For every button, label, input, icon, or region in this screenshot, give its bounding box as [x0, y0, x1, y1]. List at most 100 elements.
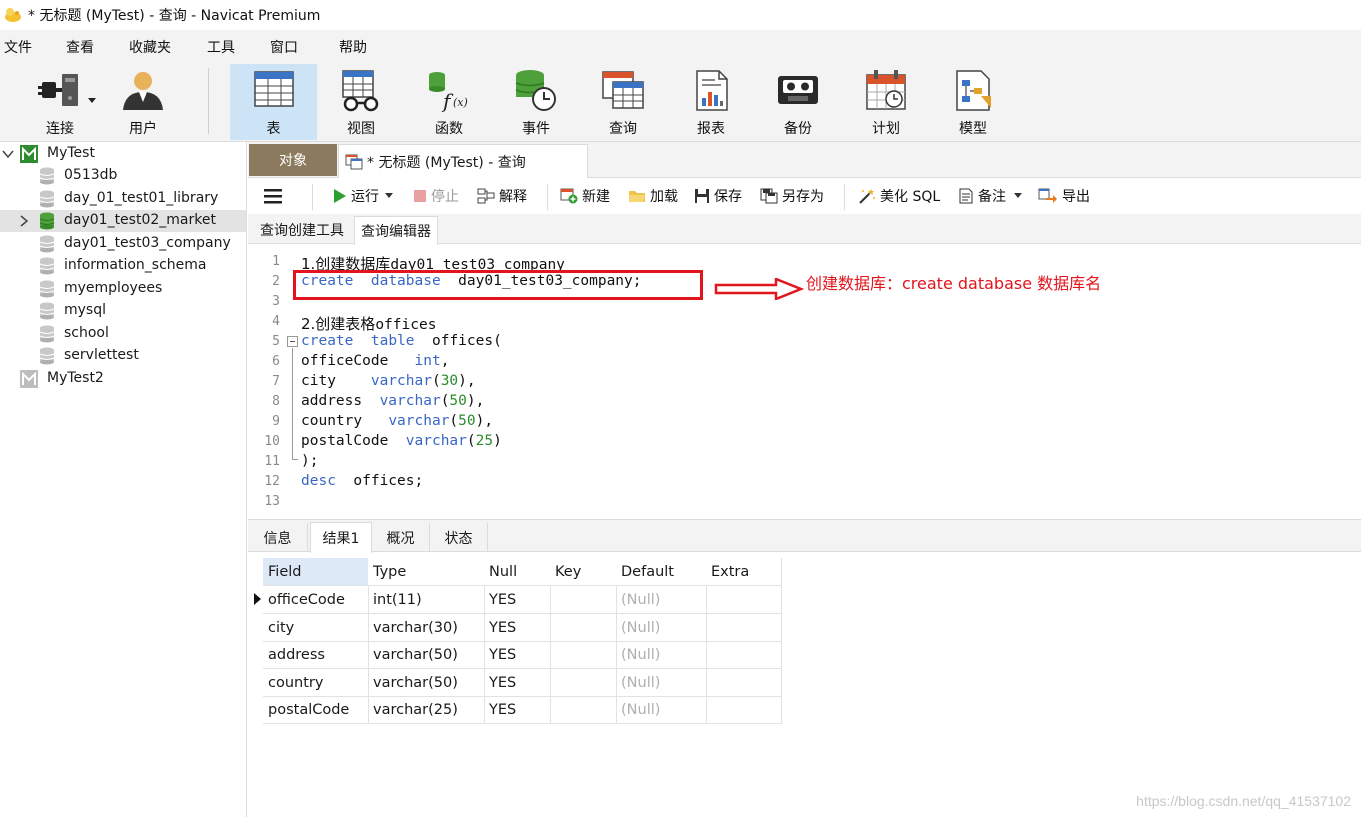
ribbon-report-button[interactable]: 报表 [670, 64, 752, 140]
table-cell[interactable]: varchar(50) [368, 669, 485, 697]
table-cell[interactable]: int(11) [368, 586, 485, 614]
ribbon-toolbar: 连接 用户 表 视图 f (x) 函数 事件 查询 报表 备份 计划 模型 [0, 60, 1361, 142]
tree-connection-mytest[interactable]: MyTest [0, 143, 246, 165]
run-button[interactable]: 运行 [333, 186, 397, 206]
tab-result-1[interactable]: 结果1 [310, 522, 372, 553]
tree-label: day_01_test01_library [64, 190, 219, 206]
table-cell[interactable] [550, 641, 617, 669]
table-cell[interactable] [550, 696, 617, 724]
comment-cn: 2.创建表格 [301, 315, 376, 333]
tree-database-item[interactable]: day01_test03_company [0, 233, 246, 255]
chevron-down-icon[interactable] [1014, 193, 1022, 199]
column-header-field[interactable]: Field [263, 558, 369, 586]
table-cell[interactable]: YES [484, 696, 551, 724]
code-line: 10 postalCode varchar(25) [248, 432, 1361, 452]
hamburger-menu-icon[interactable] [264, 188, 282, 204]
tab-objects[interactable]: 对象 [249, 144, 337, 176]
tree-database-item[interactable]: myemployees [0, 278, 246, 300]
beautify-sql-button[interactable]: 美化 SQL [858, 186, 940, 206]
tree-database-item[interactable]: mysql [0, 300, 246, 322]
ribbon-query-button[interactable]: 查询 [582, 64, 664, 140]
ribbon-user-button[interactable]: 用户 [110, 64, 176, 140]
chevron-down-icon[interactable] [2, 148, 14, 160]
tab-status[interactable]: 状态 [430, 523, 488, 552]
tab-query-builder[interactable]: 查询创建工具 [254, 216, 350, 244]
code-line: 4 2.创建表格offices [248, 312, 1361, 333]
table-cell[interactable]: (Null) [616, 614, 707, 642]
tab-query-editor[interactable]: 查询编辑器 [354, 216, 438, 245]
table-cell[interactable]: varchar(25) [368, 696, 485, 724]
chevron-down-icon[interactable] [88, 98, 96, 104]
save-as-button[interactable]: 另存为 [760, 186, 824, 206]
new-query-button[interactable]: 新建 [560, 186, 610, 206]
tab-info[interactable]: 信息 [248, 523, 308, 552]
table-cell[interactable]: varchar(50) [368, 641, 485, 669]
svg-text:(x): (x) [453, 96, 468, 109]
table-cell[interactable]: (Null) [616, 586, 707, 614]
fold-guide-end [292, 459, 298, 460]
table-cell[interactable]: varchar(30) [368, 614, 485, 642]
menu-file[interactable]: 文件 [4, 37, 32, 57]
table-cell[interactable]: country [263, 669, 369, 697]
explain-button[interactable]: 解释 [477, 186, 527, 206]
table-cell[interactable] [706, 669, 782, 697]
chevron-down-icon[interactable] [385, 193, 393, 199]
table-cell[interactable] [550, 614, 617, 642]
tree-database-item-selected[interactable]: day01_test02_market [0, 210, 246, 232]
explain-icon [477, 188, 495, 204]
tab-profile[interactable]: 概况 [372, 523, 430, 552]
table-cell[interactable] [706, 614, 782, 642]
ribbon-table-button[interactable]: 表 [230, 64, 317, 140]
export-button[interactable]: 导出 [1038, 186, 1090, 206]
table-cell[interactable]: YES [484, 586, 551, 614]
table-cell[interactable]: (Null) [616, 641, 707, 669]
ribbon-view-button[interactable]: 视图 [320, 64, 402, 140]
tree-connection-mytest2[interactable]: MyTest2 [0, 368, 246, 390]
load-button[interactable]: 加载 [628, 186, 678, 206]
code-text: country varchar(50), [301, 413, 494, 429]
menu-window[interactable]: 窗口 [270, 37, 298, 57]
tree-database-item[interactable]: 0513db [0, 165, 246, 187]
table-cell[interactable] [706, 696, 782, 724]
table-cell[interactable] [706, 586, 782, 614]
run-label: 运行 [351, 189, 379, 205]
stop-button[interactable]: 停止 [413, 186, 459, 206]
column-header-type[interactable]: Type [368, 558, 485, 586]
tab-query[interactable]: * 无标题 (MyTest) - 查询 [338, 144, 588, 178]
column-header-key[interactable]: Key [550, 558, 617, 586]
table-cell[interactable]: YES [484, 669, 551, 697]
table-cell[interactable] [706, 641, 782, 669]
menu-view[interactable]: 查看 [66, 37, 94, 57]
save-button[interactable]: 保存 [694, 186, 742, 206]
column-header-default[interactable]: Default [616, 558, 707, 586]
table-cell[interactable] [550, 586, 617, 614]
ribbon-function-button[interactable]: f (x) 函数 [408, 64, 490, 140]
table-cell[interactable]: city [263, 614, 369, 642]
ribbon-event-button[interactable]: 事件 [495, 64, 577, 140]
menu-tools[interactable]: 工具 [207, 37, 235, 57]
explain-label: 解释 [499, 189, 527, 205]
tree-database-item[interactable]: day_01_test01_library [0, 188, 246, 210]
ribbon-model-button[interactable]: 模型 [932, 64, 1014, 140]
column-header-extra[interactable]: Extra [706, 558, 782, 586]
chevron-right-icon[interactable] [18, 215, 30, 227]
note-button[interactable]: 备注 [958, 186, 1026, 206]
table-cell[interactable]: officeCode [263, 586, 369, 614]
table-cell[interactable]: postalCode [263, 696, 369, 724]
table-cell[interactable]: (Null) [616, 669, 707, 697]
tree-database-item[interactable]: school [0, 323, 246, 345]
fold-collapse-icon[interactable] [287, 336, 298, 347]
ribbon-schedule-button[interactable]: 计划 [845, 64, 927, 140]
tree-database-item[interactable]: information_schema [0, 255, 246, 277]
table-cell[interactable] [550, 669, 617, 697]
table-cell[interactable]: (Null) [616, 696, 707, 724]
line-number: 2 [272, 274, 280, 289]
menu-help[interactable]: 帮助 [339, 37, 367, 57]
table-cell[interactable]: address [263, 641, 369, 669]
tree-database-item[interactable]: servlettest [0, 345, 246, 367]
table-cell[interactable]: YES [484, 641, 551, 669]
ribbon-backup-button[interactable]: 备份 [757, 64, 839, 140]
menu-favorites[interactable]: 收藏夹 [129, 37, 171, 57]
column-header-null[interactable]: Null [484, 558, 551, 586]
table-cell[interactable]: YES [484, 614, 551, 642]
